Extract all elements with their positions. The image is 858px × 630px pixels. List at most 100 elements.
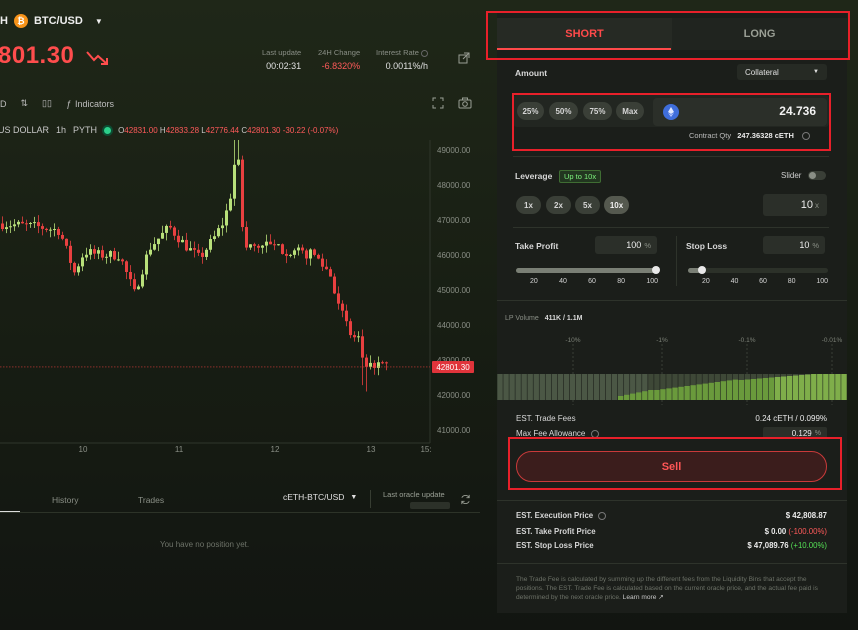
tab-long[interactable]: LONG: [672, 18, 847, 50]
pct-50-button[interactable]: 50%: [549, 102, 578, 120]
tab-history[interactable]: History: [52, 495, 78, 505]
percent-unit: %: [814, 429, 821, 437]
pair-selector[interactable]: H ₿ BTC/USD ▼: [0, 14, 103, 28]
info-icon: [802, 132, 811, 141]
candle-body: [329, 269, 332, 277]
pct-25-button[interactable]: 25%: [517, 102, 544, 120]
lp-volume-bar: [708, 382, 714, 400]
take-profit-slider[interactable]: [516, 266, 660, 274]
stop-loss-ticks: 20 40 60 80 100: [702, 278, 828, 285]
oracle-update-label: Last oracle update: [383, 490, 445, 499]
est-sl-label: EST. Stop Loss Price: [516, 541, 594, 550]
candlestick-chart[interactable]: 49000.00 48000.00 47000.00 46000.00 45000.00…: [0, 140, 480, 460]
interval-button[interactable]: D: [0, 99, 7, 109]
leverage-5x-button[interactable]: 5x: [575, 196, 600, 214]
chevron-down-icon: ▼: [350, 493, 358, 501]
fullscreen-icon[interactable]: [432, 97, 444, 112]
stop-loss-label: Stop Loss: [686, 241, 728, 251]
stop-loss-slider[interactable]: [688, 266, 828, 274]
candle-body: [101, 250, 104, 258]
pct-75-button[interactable]: 75%: [583, 102, 612, 120]
lp-volume-bar: [624, 394, 630, 400]
candle-body: [209, 239, 212, 250]
candle-body: [305, 250, 308, 259]
candle-body: [153, 244, 156, 250]
candle-body: [185, 239, 188, 251]
camera-icon[interactable]: [458, 97, 472, 112]
lp-volume-bar: [762, 378, 769, 400]
x-tick-label: 11: [175, 445, 184, 454]
y-tick-label: 42000.00: [437, 391, 471, 400]
candle-type-icon[interactable]: ▯▯: [42, 98, 52, 109]
candle-body: [229, 198, 232, 211]
leverage-1x-button[interactable]: 1x: [516, 196, 541, 214]
candle-body: [109, 251, 112, 257]
candle-body: [85, 254, 88, 258]
x-tick-label: 13: [367, 445, 376, 454]
candle-body: [177, 235, 180, 243]
slider-handle[interactable]: [698, 266, 706, 274]
lp-tick-label: -0.1%: [739, 337, 756, 344]
candle-body: [277, 244, 280, 246]
fx-icon: ƒ: [65, 98, 71, 109]
leverage-2x-button[interactable]: 2x: [546, 196, 571, 214]
refresh-icon[interactable]: [460, 494, 471, 505]
learn-more-link[interactable]: Learn more ↗: [623, 594, 664, 601]
trend-down-icon: [86, 51, 108, 65]
lp-volume-bar: [835, 374, 841, 400]
candle-body: [289, 254, 292, 256]
divider: [497, 500, 847, 501]
market-select[interactable]: cETH-BTC/USD ▼: [283, 492, 357, 502]
lp-volume-bar: [750, 379, 757, 400]
stop-loss-input[interactable]: 10 %: [763, 236, 825, 254]
sell-button[interactable]: Sell: [516, 451, 827, 482]
candle-body: [217, 228, 220, 237]
eth-icon: [663, 104, 679, 120]
amount-label: Amount: [515, 68, 548, 78]
slider-toggle[interactable]: [808, 171, 826, 180]
x-tick-label: 12: [271, 445, 280, 454]
candle-body: [345, 310, 348, 322]
take-profit-input[interactable]: 100 %: [595, 236, 657, 254]
indicators-button[interactable]: ƒ Indicators: [66, 99, 114, 109]
candle-body: [361, 336, 364, 358]
amount-input[interactable]: [740, 104, 816, 118]
lp-volume-bar: [841, 374, 847, 400]
tab-trades[interactable]: Trades: [138, 495, 164, 505]
stat-interest-rate: Interest Rate 0.0011%/h: [376, 48, 429, 71]
candle-body: [73, 262, 76, 273]
chevron-down-icon: ▼: [94, 16, 103, 26]
candle-body: [197, 249, 200, 253]
tabs-divider: [0, 512, 480, 513]
lp-tick-label: -0.01%: [822, 337, 843, 344]
collateral-select[interactable]: Collateral ▼: [737, 64, 827, 80]
y-tick-label: 44000.00: [437, 321, 471, 330]
candle-body: [93, 249, 96, 254]
candle-body: [173, 227, 176, 236]
external-link-icon[interactable]: [458, 52, 470, 64]
est-exec-row: EST. Execution Price: [516, 511, 607, 520]
chevron-down-icon: ▼: [813, 69, 819, 75]
leverage-input[interactable]: 10 x: [763, 194, 827, 216]
compare-icon[interactable]: ⇅: [21, 98, 29, 109]
max-fee-input[interactable]: 0.129 %: [763, 427, 827, 439]
slider-handle[interactable]: [652, 266, 660, 274]
tab-short[interactable]: SHORT: [497, 18, 672, 50]
leverage-input-value: 10: [800, 199, 813, 211]
lp-volume-bar: [666, 388, 672, 400]
lp-volume-bar: [799, 375, 805, 400]
lp-volume-bar: [672, 387, 678, 400]
pct-max-button[interactable]: Max: [616, 102, 644, 120]
x-tick-label: 10: [79, 445, 88, 454]
lp-capacity-bar: [599, 374, 606, 400]
candle-body: [97, 250, 100, 254]
leverage-10x-button[interactable]: 10x: [604, 196, 629, 214]
candle-body: [181, 239, 184, 243]
lp-capacity-bar: [521, 374, 527, 400]
candle-body: [245, 227, 248, 248]
lp-volume-bar: [823, 374, 829, 400]
lp-volume-bar: [678, 386, 684, 400]
candle-body: [337, 293, 340, 304]
candle-body: [41, 226, 44, 229]
lp-capacity-bar: [503, 374, 509, 400]
